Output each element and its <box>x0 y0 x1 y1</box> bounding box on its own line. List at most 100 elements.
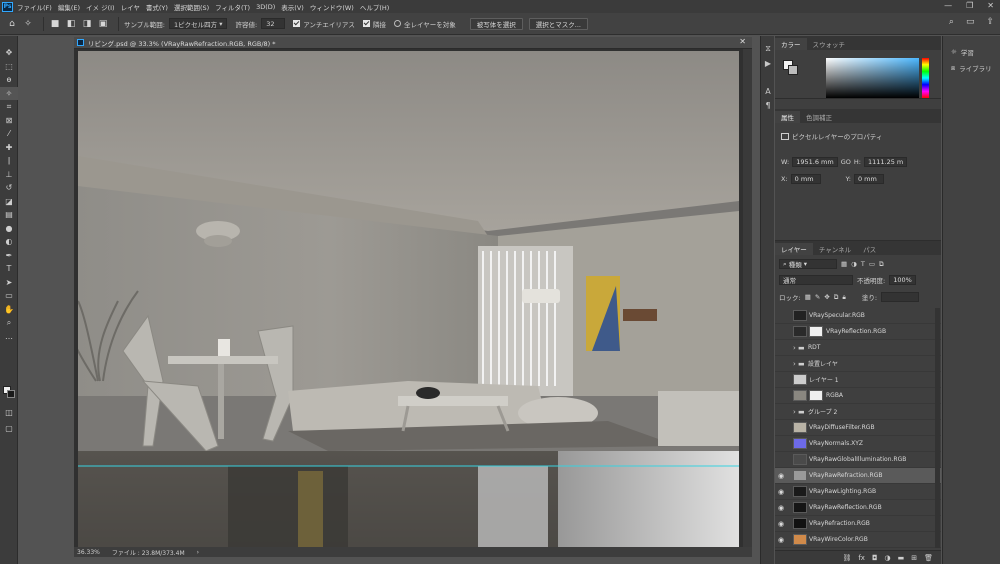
tab-swatches[interactable]: スウォッチ <box>807 38 852 50</box>
layer-row[interactable]: ◉ VRayWireColor.RGB <box>775 532 941 548</box>
visibility-eye-icon[interactable]: ◉ <box>775 520 787 528</box>
layer-row[interactable]: VRaySpecular.RGB <box>775 308 941 324</box>
lock-paint-icon[interactable]: ✎ <box>815 293 820 301</box>
quick-mask-icon[interactable]: ◫ <box>0 406 18 420</box>
gradient-tool-icon[interactable]: ▤ <box>0 208 18 222</box>
add-selection-icon[interactable]: ◧ <box>65 18 77 30</box>
close-document-icon[interactable]: ✕ <box>739 37 746 46</box>
character-panel-icon[interactable]: A <box>761 84 775 98</box>
magic-wand-icon[interactable]: ✧ <box>22 18 34 30</box>
layer-row[interactable]: VRayReflection.RGB <box>775 324 941 340</box>
filter-pixel-icon[interactable]: ▦ <box>841 260 847 268</box>
move-tool-icon[interactable]: ✥ <box>0 46 18 60</box>
magic-wand-tool-icon[interactable]: ✧ <box>0 86 18 100</box>
lock-all-icon[interactable]: 🔒︎ <box>842 293 845 302</box>
filter-type-icon[interactable]: T <box>861 260 865 268</box>
lock-pixels-icon[interactable]: ▦ <box>805 293 811 301</box>
history-panel-icon[interactable]: ⧖ <box>761 42 775 56</box>
workspace-icon[interactable]: ▭ <box>966 17 975 27</box>
hue-slider[interactable] <box>922 58 929 98</box>
canvas-vertical-scrollbar[interactable] <box>743 49 752 547</box>
visibility-eye-icon[interactable]: ◉ <box>775 488 787 496</box>
color-picker-field[interactable] <box>826 58 919 98</box>
zoom-level[interactable]: 36.33% <box>77 549 100 556</box>
new-group-icon[interactable]: ▬ <box>898 554 905 562</box>
subtract-selection-icon[interactable]: ◨ <box>81 18 93 30</box>
layer-row[interactable]: ◉ VRayRawReflection.RGB <box>775 500 941 516</box>
close-icon[interactable]: ✕ <box>987 1 994 10</box>
menu-layer[interactable]: レイヤ <box>121 2 140 12</box>
tab-layers[interactable]: レイヤー <box>775 243 813 255</box>
layer-mask-thumbnail[interactable] <box>809 326 823 337</box>
delete-layer-icon[interactable]: 🗑︎ <box>924 554 933 562</box>
crop-tool-icon[interactable]: ⌗ <box>0 100 18 114</box>
dodge-tool-icon[interactable]: ◐ <box>0 235 18 249</box>
add-mask-icon[interactable]: ◘ <box>872 554 878 562</box>
restore-icon[interactable]: ❐ <box>966 1 973 10</box>
filter-smart-icon[interactable]: ⧉ <box>879 260 884 269</box>
y-input[interactable]: 0 mm <box>853 174 884 184</box>
layer-row[interactable]: ◉ VRayRefraction.RGB <box>775 516 941 532</box>
home-icon[interactable]: ⌂ <box>6 18 18 30</box>
menu-image[interactable]: イメ ジ(I) <box>86 2 115 12</box>
filter-shape-icon[interactable]: ▭ <box>869 260 875 268</box>
tolerance-input[interactable]: 32 <box>261 18 286 29</box>
marquee-tool-icon[interactable]: ⬚ <box>0 60 18 74</box>
link-ratio-label[interactable]: GO <box>841 158 851 166</box>
healing-brush-tool-icon[interactable]: ✚ <box>0 141 18 155</box>
libraries-panel-button[interactable]: ⧈ ライブラリ <box>943 60 1000 76</box>
opacity-input[interactable]: 100% <box>889 275 916 285</box>
layer-row[interactable]: ◉ VRayRawRefraction.RGB <box>775 468 941 484</box>
x-input[interactable]: 0 mm <box>790 174 821 184</box>
width-input[interactable]: 1951.6 mm <box>792 157 838 167</box>
background-color-swatch[interactable] <box>7 390 15 398</box>
more-tools-icon[interactable]: … <box>0 330 18 344</box>
type-tool-icon[interactable]: T <box>0 262 18 276</box>
menu-help[interactable]: ヘルプ(H) <box>360 2 389 12</box>
menu-select[interactable]: 選択範囲(S) <box>174 2 209 12</box>
menu-type[interactable]: 書式(Y) <box>146 2 168 12</box>
layer-mask-thumbnail[interactable] <box>809 390 823 401</box>
pen-tool-icon[interactable]: ✒ <box>0 249 18 263</box>
layers-scrollbar[interactable] <box>935 308 940 548</box>
visibility-eye-icon[interactable]: ◉ <box>775 472 787 480</box>
hand-tool-icon[interactable]: ✋ <box>0 303 18 317</box>
intersect-selection-icon[interactable]: ▣ <box>97 18 109 30</box>
menu-file[interactable]: ファイル(F) <box>17 2 52 12</box>
tab-channels[interactable]: チャンネル <box>813 243 857 255</box>
history-brush-tool-icon[interactable]: ↺ <box>0 181 18 195</box>
layer-row[interactable]: VRayDiffuseFilter.RGB <box>775 420 941 436</box>
document-tab[interactable]: リビング.psd @ 33.3% (VRayRawRefraction.RGB,… <box>74 37 752 49</box>
tab-properties[interactable]: 属性 <box>775 111 800 123</box>
search-icon[interactable]: ⌕ <box>949 17 954 27</box>
menu-view[interactable]: 表示(V) <box>281 2 304 12</box>
visibility-eye-icon[interactable]: ◉ <box>775 504 787 512</box>
tab-adjustments[interactable]: 色調補正 <box>800 111 838 123</box>
layer-row[interactable]: ◉ VRayRawLighting.RGB <box>775 484 941 500</box>
select-subject-button[interactable]: 被写体を選択 <box>469 17 523 30</box>
eraser-tool-icon[interactable]: ◪ <box>0 195 18 209</box>
link-layers-icon[interactable]: ⛓ <box>842 554 851 562</box>
menu-filter[interactable]: フィルタ(T) <box>215 2 250 12</box>
select-and-mask-button[interactable]: 選択とマスク... <box>528 17 588 30</box>
menu-edit[interactable]: 編集(E) <box>58 2 80 12</box>
layer-style-icon[interactable]: fx <box>858 554 865 562</box>
lock-artboard-icon[interactable]: ⧉ <box>834 293 839 302</box>
lasso-tool-icon[interactable]: ɵ <box>0 73 18 87</box>
fill-input[interactable] <box>881 292 920 302</box>
minimize-icon[interactable]: — <box>944 1 952 10</box>
rectangle-tool-icon[interactable]: ▭ <box>0 289 18 303</box>
filter-adjust-icon[interactable]: ◑ <box>851 260 857 268</box>
actions-panel-icon[interactable]: ▶ <box>761 56 775 70</box>
layer-filter-select[interactable]: ⌕ 種類 ▾ <box>779 259 837 269</box>
color-panel-background[interactable] <box>788 65 798 75</box>
menu-3d[interactable]: 3D(D) <box>256 3 275 11</box>
blur-tool-icon[interactable]: ● <box>0 222 18 236</box>
layer-row[interactable]: RGBA <box>775 388 941 404</box>
path-selection-tool-icon[interactable]: ➤ <box>0 276 18 290</box>
layer-row[interactable]: VRayRawGlobalIllumination.RGB <box>775 452 941 468</box>
layer-row[interactable]: › ▬ グループ 2 <box>775 404 941 420</box>
new-layer-icon[interactable]: ⊞ <box>911 554 917 562</box>
menu-window[interactable]: ウィンドウ(W) <box>310 2 354 12</box>
adjustment-layer-icon[interactable]: ◑ <box>885 554 891 562</box>
